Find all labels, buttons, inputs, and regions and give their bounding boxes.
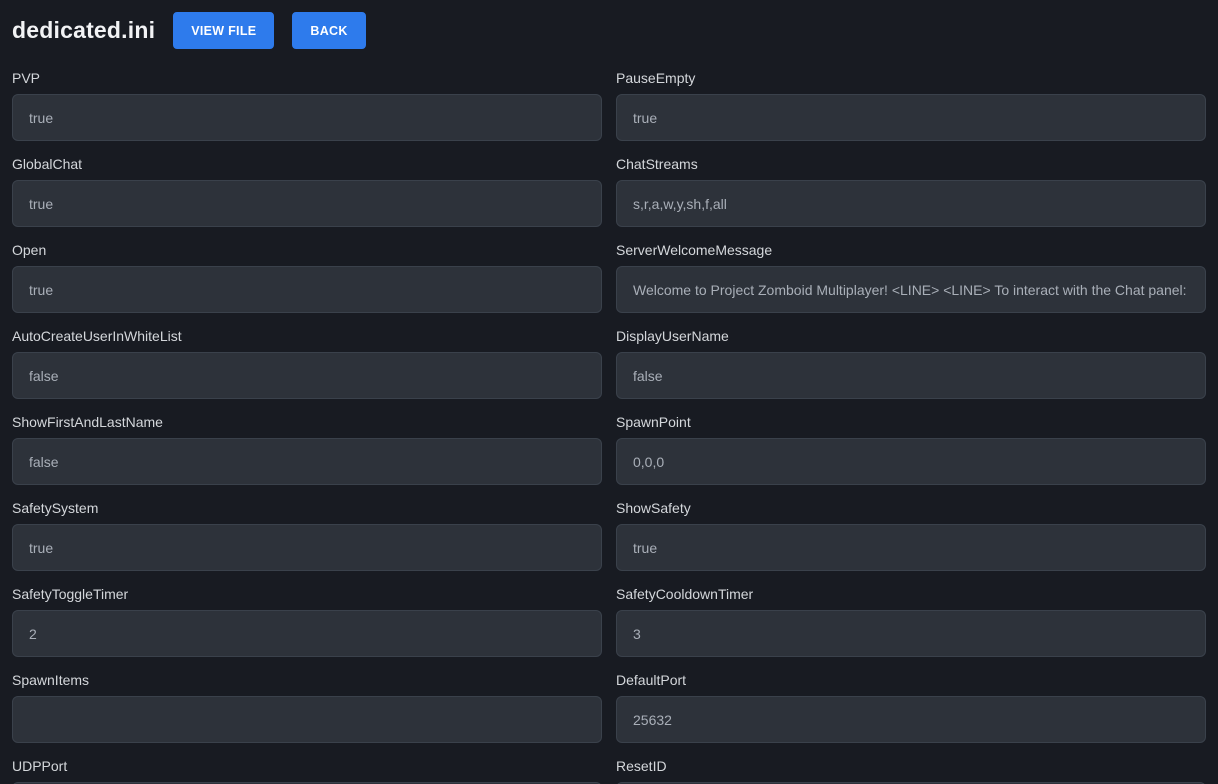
view-file-button[interactable]: VIEW FILE (173, 12, 274, 49)
field-label-showsafety: ShowSafety (616, 499, 1206, 518)
field-input-safetysystem[interactable] (12, 524, 602, 571)
field-label-resetid: ResetID (616, 757, 1206, 776)
field-defaultport: DefaultPort (616, 671, 1206, 743)
field-input-serverwelcomemessage[interactable] (616, 266, 1206, 313)
field-showsafety: ShowSafety (616, 499, 1206, 571)
field-safetycooldowntimer: SafetyCooldownTimer (616, 585, 1206, 657)
field-label-safetytoggletimer: SafetyToggleTimer (12, 585, 602, 604)
header: dedicated.ini VIEW FILE BACK (0, 0, 1218, 49)
field-label-autocreateuserinwhitelist: AutoCreateUserInWhiteList (12, 327, 602, 346)
field-chatstreams: ChatStreams (616, 155, 1206, 227)
field-label-pvp: PVP (12, 69, 602, 88)
field-pvp: PVP (12, 69, 602, 141)
field-spawnitems: SpawnItems (12, 671, 602, 743)
field-showfirstandlastname: ShowFirstAndLastName (12, 413, 602, 485)
field-open: Open (12, 241, 602, 313)
field-input-autocreateuserinwhitelist[interactable] (12, 352, 602, 399)
field-input-pvp[interactable] (12, 94, 602, 141)
field-safetytoggletimer: SafetyToggleTimer (12, 585, 602, 657)
field-spawnpoint: SpawnPoint (616, 413, 1206, 485)
field-input-displayusername[interactable] (616, 352, 1206, 399)
field-label-open: Open (12, 241, 602, 260)
app: dedicated.ini VIEW FILE BACK PVP PauseEm… (0, 0, 1218, 784)
field-udpport: UDPPort (12, 757, 602, 784)
field-label-displayusername: DisplayUserName (616, 327, 1206, 346)
settings-form: PVP PauseEmpty GlobalChat ChatStreams Op… (0, 49, 1218, 784)
field-label-chatstreams: ChatStreams (616, 155, 1206, 174)
field-label-serverwelcomemessage: ServerWelcomeMessage (616, 241, 1206, 260)
field-label-defaultport: DefaultPort (616, 671, 1206, 690)
field-input-safetycooldowntimer[interactable] (616, 610, 1206, 657)
field-input-safetytoggletimer[interactable] (12, 610, 602, 657)
field-label-safetycooldowntimer: SafetyCooldownTimer (616, 585, 1206, 604)
back-button[interactable]: BACK (292, 12, 365, 49)
field-input-showsafety[interactable] (616, 524, 1206, 571)
field-label-globalchat: GlobalChat (12, 155, 602, 174)
field-input-open[interactable] (12, 266, 602, 313)
field-input-defaultport[interactable] (616, 696, 1206, 743)
field-pauseempty: PauseEmpty (616, 69, 1206, 141)
field-input-pauseempty[interactable] (616, 94, 1206, 141)
field-label-showfirstandlastname: ShowFirstAndLastName (12, 413, 602, 432)
field-label-safetysystem: SafetySystem (12, 499, 602, 518)
field-autocreateuserinwhitelist: AutoCreateUserInWhiteList (12, 327, 602, 399)
field-label-udpport: UDPPort (12, 757, 602, 776)
field-serverwelcomemessage: ServerWelcomeMessage (616, 241, 1206, 313)
field-displayusername: DisplayUserName (616, 327, 1206, 399)
field-label-spawnitems: SpawnItems (12, 671, 602, 690)
field-input-chatstreams[interactable] (616, 180, 1206, 227)
field-label-pauseempty: PauseEmpty (616, 69, 1206, 88)
field-resetid: ResetID (616, 757, 1206, 784)
field-label-spawnpoint: SpawnPoint (616, 413, 1206, 432)
field-input-spawnitems[interactable] (12, 696, 602, 743)
field-input-spawnpoint[interactable] (616, 438, 1206, 485)
field-globalchat: GlobalChat (12, 155, 602, 227)
page-title: dedicated.ini (12, 17, 155, 44)
field-input-showfirstandlastname[interactable] (12, 438, 602, 485)
field-input-globalchat[interactable] (12, 180, 602, 227)
field-safetysystem: SafetySystem (12, 499, 602, 571)
